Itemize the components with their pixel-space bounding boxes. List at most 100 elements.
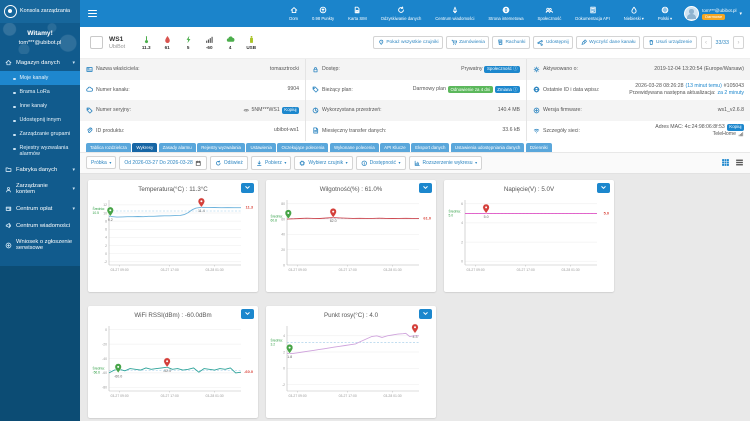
- sidebar-subitem-inne-kana-y[interactable]: Inne kanały: [0, 99, 80, 113]
- sidebar-item-magazyn-danych[interactable]: Magazyn danych▾: [0, 54, 80, 71]
- globe-icon: [533, 86, 540, 93]
- select-sensor-button[interactable]: Wybierz czujnik▾: [294, 156, 352, 170]
- sensor-value: 11.3: [142, 45, 151, 50]
- info-value: PrywatnySpołeczność ⓘ: [461, 66, 520, 73]
- sidebar-item-wniosek-o-zg-oszenie-serwisowe[interactable]: Wniosek o zgłoszenie serwisowe: [0, 234, 80, 256]
- chart-options-button[interactable]: [597, 183, 610, 193]
- tab-wykresy[interactable]: Wykresy: [132, 143, 157, 152]
- delete-device-button[interactable]: Usuń urządzenie: [643, 36, 697, 50]
- info-value: 33.6 kB: [502, 127, 520, 134]
- tab-rejestry-wyzwalania[interactable]: Rejestry wyzwalania: [197, 143, 245, 152]
- nav-item-karta-sim[interactable]: Karta SIM: [341, 0, 374, 27]
- show-all-sensors-button[interactable]: Pokaż wszystkie czujniki: [373, 36, 443, 50]
- tab-oczekuj-ce-polecenia[interactable]: Oczekujące polecenia: [277, 143, 328, 152]
- sidebar-subitem-udost-pnij-innym[interactable]: Udostępnij innym: [0, 113, 80, 127]
- svg-text:61.0: 61.0: [423, 215, 431, 220]
- download-button[interactable]: Pobierz▾: [251, 156, 291, 170]
- chart-options-button[interactable]: [241, 183, 254, 193]
- orders-button[interactable]: Zamówienia: [446, 36, 489, 50]
- sidebar-item-label: Fabryka danych: [16, 167, 57, 173]
- bullet-icon: [13, 120, 16, 123]
- value-text: ws1_v2.6.8: [718, 107, 744, 114]
- svg-text:03-27 09:00: 03-27 09:00: [111, 268, 129, 272]
- cart-icon: [451, 39, 458, 46]
- info-label: Nazwa właściciela:: [96, 66, 140, 72]
- svg-text:11.4: 11.4: [198, 208, 205, 212]
- sample-button[interactable]: Próbka▾: [86, 156, 116, 169]
- share-button[interactable]: Udostępnij: [533, 36, 573, 50]
- nav-item-odzyskiwanie-danych[interactable]: Odzyskiwanie danych: [374, 0, 429, 27]
- tab-dzienniki[interactable]: Dzienniki: [526, 143, 552, 152]
- chart-extension-button[interactable]: Rozszerzenie wykresu▾: [409, 156, 483, 170]
- brand[interactable]: Konsola zarządzania: [0, 0, 80, 23]
- clear-channel-data-button[interactable]: Wyczyść dane kanału: [576, 36, 640, 50]
- badge[interactable]: Kopiuj: [282, 107, 299, 114]
- chart-options-button[interactable]: [419, 183, 432, 193]
- user-menu[interactable]: tom***@ubibot.pl Darmowe ▾: [679, 6, 750, 21]
- svg-text:-60: -60: [102, 371, 107, 375]
- sidebar-subitem-label: Udostępnij innym: [20, 117, 61, 123]
- nav-item-motyw[interactable]: Niebieski ▾: [617, 0, 651, 27]
- gear-icon: [533, 66, 540, 73]
- sidebar-item-fabryka-danych[interactable]: Fabryka danych▾: [0, 161, 80, 178]
- nav-item-centrum-wiadomosci[interactable]: Centrum wiadomości: [428, 0, 481, 27]
- link-text[interactable]: (13 minut temu): [685, 83, 721, 90]
- sidebar-item-label: Centrum wiadomości: [16, 223, 70, 229]
- tab-api-klucze[interactable]: API Klucze: [380, 143, 409, 152]
- value-text: Adres MAC: 4c:24:98:06:8f:53: [655, 124, 725, 131]
- link-text[interactable]: za 2 minuty: [717, 90, 744, 97]
- tab-eksport-danych[interactable]: Eksport danych: [411, 143, 449, 152]
- nav-item-dokumentacja-api[interactable]: Dokumentacja API: [568, 0, 616, 27]
- tab-zasady-alarmu[interactable]: Zasady alarmu: [159, 143, 196, 152]
- tab-tablica-rozdzielcza[interactable]: Tablica rozdzielcza: [86, 143, 131, 152]
- info-value-line: Darmowy planOdnowienie za 4 dniZmiana ⓘ: [413, 86, 520, 93]
- tab-ustawienia-udost-pniania-danych[interactable]: Ustawienia udostępniania danych: [451, 143, 524, 152]
- sidebar-subitem-moje-kana-y[interactable]: Moje kanały: [0, 71, 80, 85]
- nav-item-dom[interactable]: Dom: [282, 0, 305, 27]
- motyw-icon: [630, 6, 638, 14]
- sidebar-subitem-rejestry-wyzwalania-alarm-w[interactable]: Rejestry wyzwalania alarmów: [0, 141, 80, 161]
- main-content: WS1 UbiBot 11.3615-604USB Pokaż wszystki…: [80, 27, 750, 421]
- chart-options-button[interactable]: [419, 309, 432, 319]
- pager-next-button[interactable]: ›: [733, 36, 744, 49]
- nav-item-jezyk[interactable]: Polski ▾: [651, 0, 679, 27]
- pager-prev-button[interactable]: ‹: [701, 36, 712, 49]
- sidebar-subitem-brama-lora[interactable]: Brama LoRa: [0, 85, 80, 99]
- value-text: ubibot-ws1: [274, 127, 299, 134]
- chart-plot: 121086420-203-27 09:0003-27 17:0003-28 0…: [92, 193, 254, 277]
- sidebar-item-centrum-op-at[interactable]: Centrum opłat▾: [0, 200, 80, 217]
- sensor-temperature: 11.3: [139, 35, 153, 51]
- chart-options-button[interactable]: [241, 309, 254, 319]
- sidebar-item-zarz-dzanie-kontem[interactable]: Zarządzanie kontem▾: [0, 178, 80, 200]
- availability-button[interactable]: Dostępność▾: [356, 156, 406, 170]
- refresh-button[interactable]: Odśwież: [210, 156, 248, 170]
- spolecznosc-icon: [545, 6, 553, 14]
- badge[interactable]: Kopiuj: [727, 124, 744, 131]
- sidebar-item-centrum-wiadomo-ci[interactable]: Centrum wiadomości: [0, 217, 80, 234]
- svg-text:40: 40: [281, 232, 285, 236]
- nav-item-strona-internetowa[interactable]: Strona internetowa: [481, 0, 530, 27]
- bills-button[interactable]: Rachunki: [492, 36, 530, 50]
- chart-plot: 642003-27 09:0003-27 17:0003-28 01:30Śre…: [448, 193, 610, 277]
- list-view-button[interactable]: [735, 158, 744, 167]
- svg-text:0: 0: [105, 327, 107, 331]
- nav-item-punkty[interactable]: 0.98 Punkty: [305, 0, 341, 27]
- svg-text:4.3: 4.3: [413, 334, 418, 338]
- hamburger-menu-icon[interactable]: [88, 8, 97, 19]
- device-checkbox[interactable]: [90, 36, 103, 49]
- date-range-button[interactable]: Od 2026-03-27 Do 2026-03-28: [119, 156, 206, 170]
- person-icon: [5, 186, 12, 193]
- sidebar-subitem-zarz-dzanie-grupami[interactable]: Zarządzanie grupami: [0, 127, 80, 141]
- badge[interactable]: Zmiana ⓘ: [495, 86, 520, 93]
- badge[interactable]: Odnowienie za 4 dni: [448, 86, 493, 93]
- tab-ustawienia[interactable]: Ustawienia: [246, 143, 275, 152]
- badge[interactable]: Społeczność ⓘ: [484, 66, 520, 73]
- sensor-value: 4: [229, 45, 232, 50]
- svg-text:-40: -40: [102, 356, 107, 360]
- grid-view-button[interactable]: [721, 158, 730, 167]
- info-row: Nazwa właściciela:tomasztrockiDostęp:Pry…: [80, 59, 750, 80]
- nav-item-spolecznosc[interactable]: Społeczność: [531, 0, 569, 27]
- tab-wykonane-polecenia[interactable]: Wykonane polecenia: [330, 143, 379, 152]
- top-navbar: Dom0.98 PunktyKarta SIMOdzyskiwanie dany…: [80, 0, 750, 27]
- info-value-line: ubibot-ws1: [274, 127, 299, 134]
